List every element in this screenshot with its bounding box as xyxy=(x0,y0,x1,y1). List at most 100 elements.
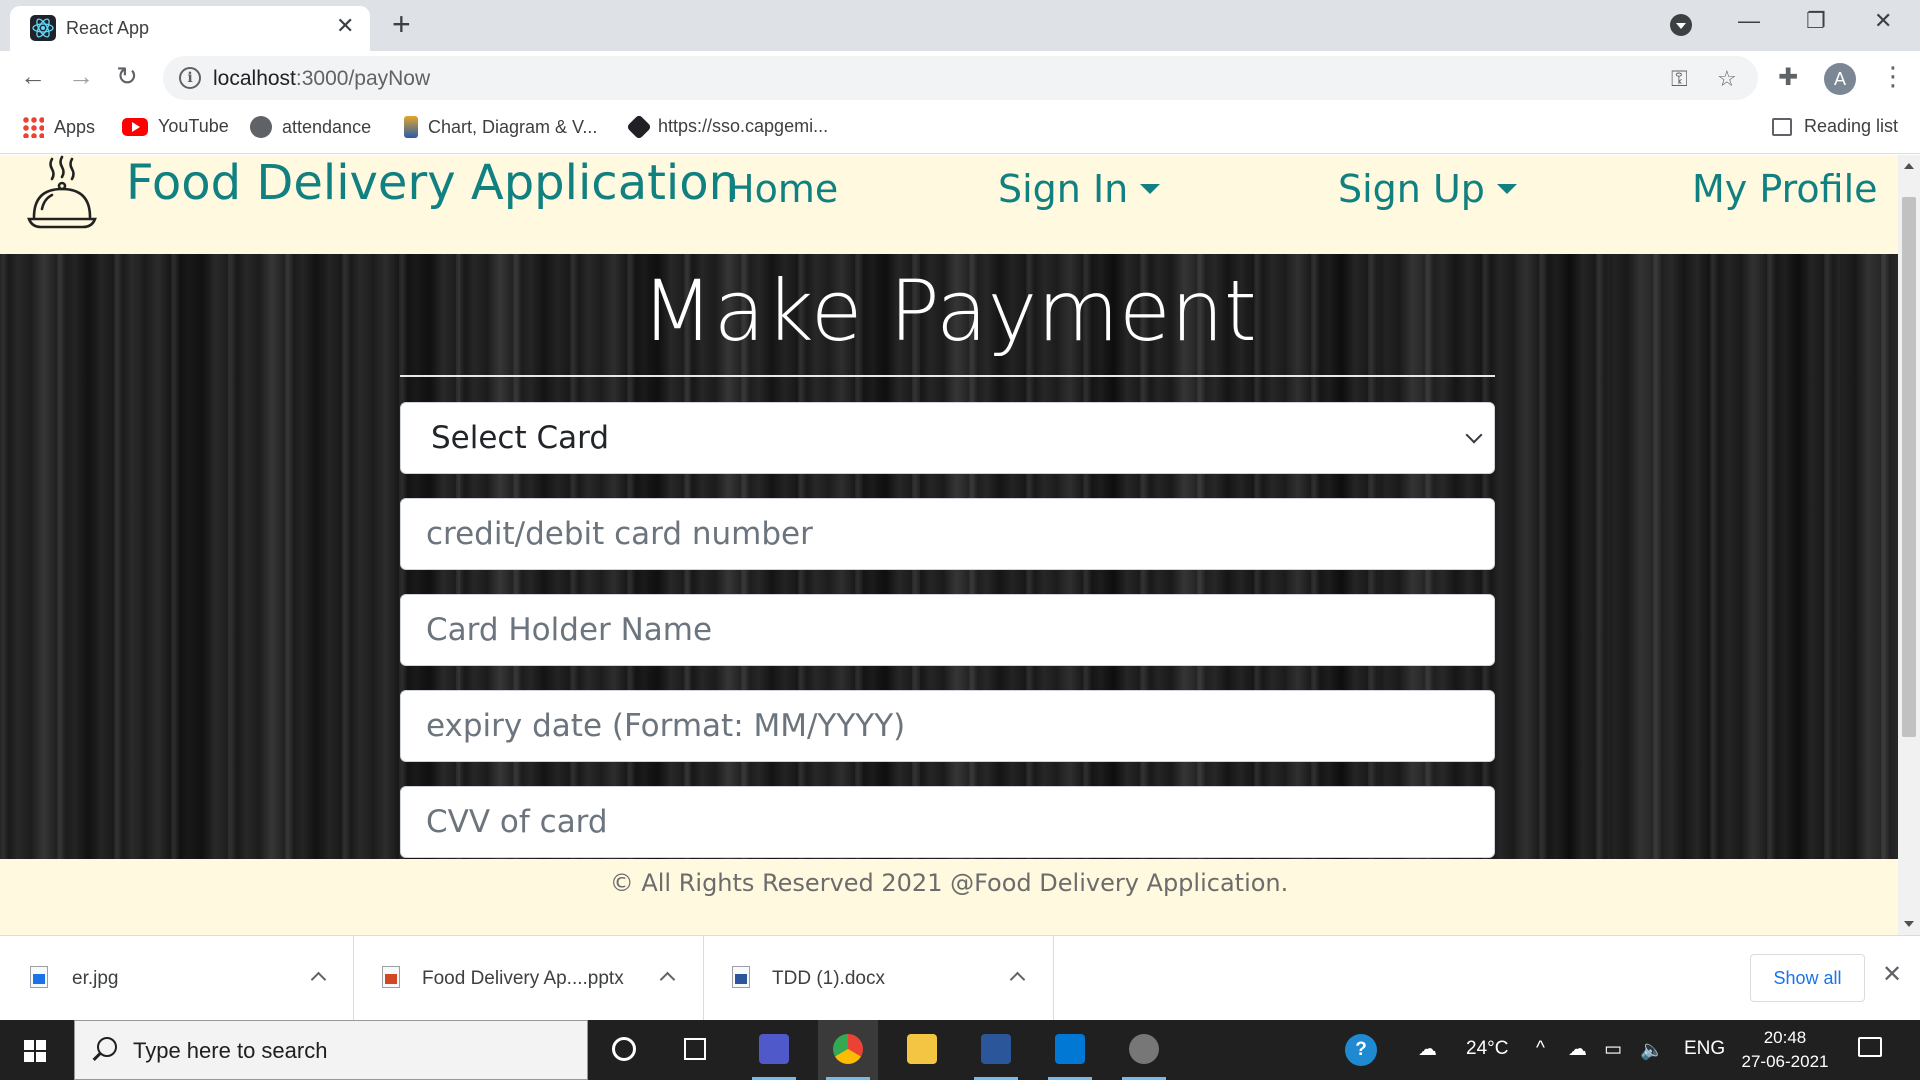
bookmark-youtube[interactable]: YouTube xyxy=(122,116,229,137)
url-text[interactable]: localhost:3000/payNow xyxy=(213,67,430,91)
clock-time: 20:48 xyxy=(1763,1028,1807,1047)
scroll-up-icon[interactable] xyxy=(1904,163,1914,169)
weather-temperature[interactable]: 24°C xyxy=(1466,1038,1508,1060)
download-item[interactable]: Food Delivery Ap....pptx xyxy=(354,936,704,1021)
scroll-down-icon[interactable] xyxy=(1904,921,1914,927)
download-filename: TDD (1).docx xyxy=(772,968,885,989)
powerpoint-file-icon xyxy=(382,966,400,988)
reading-list[interactable]: Reading list xyxy=(1772,116,1898,137)
select-card-field[interactable]: Select Card xyxy=(400,402,1495,474)
reading-list-icon xyxy=(1772,117,1792,136)
minimize-icon[interactable]: — xyxy=(1738,8,1760,34)
expiry-date-input[interactable] xyxy=(401,691,1494,761)
card-holder-field[interactable] xyxy=(400,594,1495,666)
browser-menu-icon[interactable]: ⋮ xyxy=(1880,61,1906,92)
nav-sign-up[interactable]: Sign Up xyxy=(1338,167,1517,211)
bookmark-attendance[interactable]: attendance xyxy=(250,116,371,138)
vscode-icon xyxy=(1055,1034,1085,1064)
taskbar-clock[interactable]: 20:48 27-06-2021 xyxy=(1730,1026,1840,1074)
app-navbar: Food Delivery Application Home Sign In S… xyxy=(0,155,1898,254)
download-filename: er.jpg xyxy=(72,968,119,989)
download-filename: Food Delivery Ap....pptx xyxy=(422,968,624,989)
page-viewport: Food Delivery Application Home Sign In S… xyxy=(0,155,1898,935)
profile-avatar[interactable]: A xyxy=(1824,63,1856,95)
show-all-button[interactable]: Show all xyxy=(1750,954,1865,1002)
teams-app[interactable] xyxy=(744,1020,804,1080)
caret-down-icon xyxy=(1140,184,1161,194)
nav-my-profile[interactable]: My Profile xyxy=(1692,167,1878,211)
word-file-icon xyxy=(732,966,750,988)
browser-tab-strip: React App ✕ + — ❐ ✕ xyxy=(0,0,1920,51)
chevron-up-icon[interactable] xyxy=(310,971,327,988)
help-icon[interactable]: ? xyxy=(1345,1034,1377,1066)
cvv-input[interactable] xyxy=(401,787,1494,857)
tab-title: React App xyxy=(66,18,150,38)
cvv-field[interactable] xyxy=(400,786,1495,858)
download-item[interactable]: er.jpg xyxy=(0,936,354,1021)
card-holder-input[interactable] xyxy=(401,595,1494,665)
card-number-input[interactable] xyxy=(401,499,1494,569)
folder-icon xyxy=(907,1034,937,1064)
tab-close-icon[interactable]: ✕ xyxy=(336,13,354,39)
windows-taskbar: Type here to search ? ☁ 24°C ^ ☁ ▭ 🔈 ENG… xyxy=(0,1020,1920,1080)
download-item[interactable]: TDD (1).docx xyxy=(704,936,1054,1021)
chrome-app[interactable] xyxy=(818,1020,878,1080)
volume-icon[interactable]: 🔈 xyxy=(1640,1038,1664,1062)
download-shelf: er.jpg Food Delivery Ap....pptx TDD (1).… xyxy=(0,935,1920,1021)
nav-home[interactable]: Home xyxy=(726,167,838,211)
forward-arrow-icon[interactable]: → xyxy=(68,61,94,92)
word-app[interactable] xyxy=(966,1020,1026,1080)
task-view-icon[interactable] xyxy=(684,1038,706,1060)
teams-icon xyxy=(759,1034,789,1064)
image-file-icon xyxy=(30,966,48,988)
extensions-puzzle-icon[interactable]: ✚ xyxy=(1778,63,1798,92)
taskbar-search-box[interactable]: Type here to search xyxy=(74,1020,588,1080)
app-brand[interactable]: Food Delivery Application xyxy=(126,155,739,211)
cortana-icon[interactable] xyxy=(612,1037,636,1061)
language-indicator[interactable]: ENG xyxy=(1684,1038,1725,1060)
tab-search-icon[interactable] xyxy=(1670,14,1692,36)
restore-icon[interactable]: ❐ xyxy=(1806,8,1826,34)
site-info-icon[interactable]: i xyxy=(179,67,201,89)
key-icon[interactable]: ⚿ xyxy=(1671,66,1688,92)
onedrive-cloud-icon[interactable]: ☁ xyxy=(1568,1038,1587,1061)
chart-icon xyxy=(404,116,418,138)
weather-cloud-icon[interactable]: ☁ xyxy=(1418,1038,1437,1061)
title-divider xyxy=(400,375,1495,377)
notification-center-icon[interactable] xyxy=(1858,1037,1882,1057)
file-explorer-app[interactable] xyxy=(892,1020,952,1080)
browser-toolbar: ← → ↻ i localhost:3000/payNow ⚿ ☆ ✚ A ⋮ xyxy=(0,51,1920,105)
close-shelf-icon[interactable]: ✕ xyxy=(1882,960,1902,989)
apps-grid-icon xyxy=(22,116,44,138)
settings-app[interactable] xyxy=(1114,1020,1174,1080)
expiry-date-field[interactable] xyxy=(400,690,1495,762)
windows-start-icon[interactable] xyxy=(24,1040,46,1062)
bookmark-apps[interactable]: Apps xyxy=(22,116,95,138)
chevron-up-icon[interactable] xyxy=(659,971,676,988)
vscode-app[interactable] xyxy=(1040,1020,1100,1080)
footer-copyright: © All Rights Reserved 2021 @Food Deliver… xyxy=(609,869,1289,897)
tray-chevron-up-icon[interactable]: ^ xyxy=(1536,1038,1545,1060)
battery-icon[interactable]: ▭ xyxy=(1604,1038,1622,1061)
gear-icon xyxy=(1129,1034,1159,1064)
close-window-icon[interactable]: ✕ xyxy=(1874,8,1892,34)
scroll-thumb[interactable] xyxy=(1902,197,1916,737)
chevron-up-icon[interactable] xyxy=(1009,971,1026,988)
globe-icon xyxy=(250,116,272,138)
select-card-dropdown[interactable]: Select Card xyxy=(401,403,1494,473)
reload-icon[interactable]: ↻ xyxy=(116,61,138,92)
page-scrollbar[interactable] xyxy=(1898,155,1920,935)
bookmark-sso[interactable]: https://sso.capgemi... xyxy=(626,113,828,140)
taskbar-search-placeholder: Type here to search xyxy=(133,1038,328,1063)
address-bar[interactable]: i localhost:3000/payNow ⚿ ☆ xyxy=(163,56,1758,100)
bookmark-chart-diagram[interactable]: Chart, Diagram & V... xyxy=(404,116,597,138)
card-number-field[interactable] xyxy=(400,498,1495,570)
food-cloche-logo-icon[interactable] xyxy=(24,155,100,229)
payment-section: Make Payment Select Card xyxy=(0,254,1898,859)
nav-sign-in[interactable]: Sign In xyxy=(998,167,1161,211)
star-icon[interactable]: ☆ xyxy=(1717,66,1737,92)
back-arrow-icon[interactable]: ← xyxy=(20,61,46,92)
new-tab-icon[interactable]: + xyxy=(392,6,411,43)
browser-tab[interactable]: React App ✕ xyxy=(10,6,370,51)
page-footer: © All Rights Reserved 2021 @Food Deliver… xyxy=(0,859,1898,935)
